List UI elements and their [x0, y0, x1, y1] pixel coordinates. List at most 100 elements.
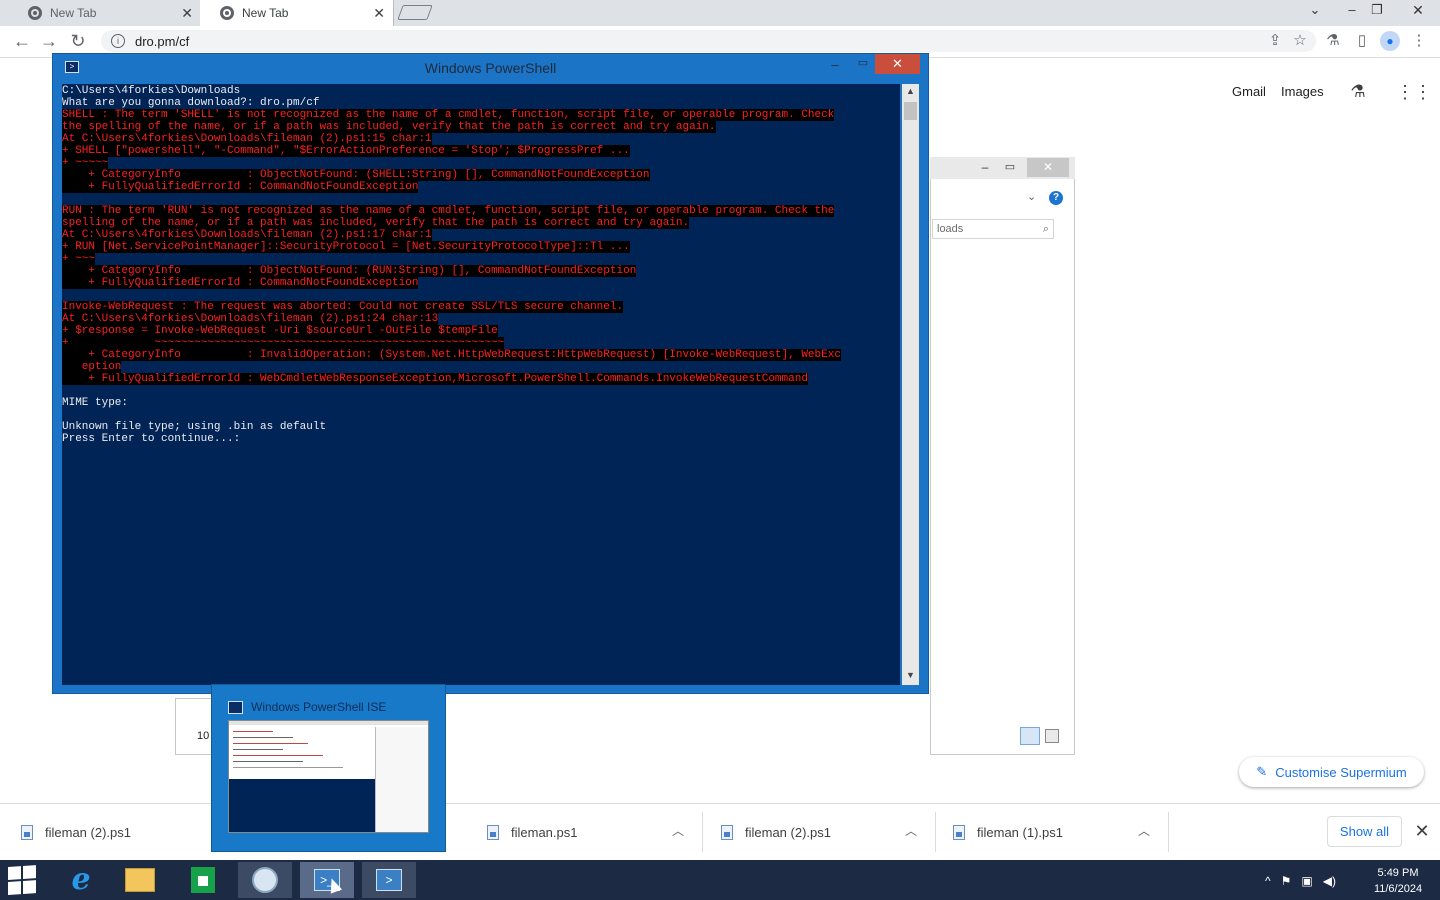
tab-1[interactable]: New Tab ✕: [8, 0, 202, 26]
console-line-text: C:\Users\4forkies\Downloads: [62, 85, 241, 97]
file-icon: [21, 824, 33, 840]
console-line: + ~~~~~~~~~~~~~~~~~~~~~~~~~~~~~~~~~~~~~~…: [62, 337, 900, 349]
console-line-text: + ~~~~~~~~~~~~~~~~~~~~~~~~~~~~~~~~~~~~~~…: [62, 337, 505, 349]
chevron-up-icon[interactable]: ^: [1265, 874, 1271, 888]
details-view-icon[interactable]: [1020, 727, 1040, 745]
close-icon[interactable]: ✕: [875, 54, 920, 74]
close-icon[interactable]: ✕: [181, 5, 193, 22]
console-line-text: SHELL : The term 'SHELL' is not recogniz…: [62, 109, 835, 121]
console-line: + ~~~: [62, 253, 900, 265]
maximize-icon[interactable]: ▭: [854, 56, 872, 72]
explorer-maximize-icon[interactable]: ▭: [1003, 160, 1017, 176]
console-line: + RUN [Net.ServicePointManager]::Securit…: [62, 241, 900, 253]
system-tray[interactable]: ^ ⚑ ▣ ◀): [1265, 870, 1365, 892]
chevron-up-icon[interactable]: ︿: [670, 822, 686, 842]
download-filename: fileman (1).ps1: [977, 824, 1063, 840]
taskbar-browser[interactable]: [238, 862, 292, 898]
new-tab-button[interactable]: [397, 5, 433, 20]
minimize-icon[interactable]: –: [826, 57, 844, 73]
customise-button[interactable]: ✎ Customise Supermium: [1239, 757, 1424, 787]
taskbar-internet-explorer[interactable]: e: [54, 862, 108, 898]
console-line-text: + FullyQualifiedErrorId : CommandNotFoun…: [62, 181, 419, 193]
network-icon[interactable]: ▣: [1301, 874, 1312, 888]
console-line: SHELL : The term 'SHELL' is not recogniz…: [62, 109, 900, 121]
taskbar-file-explorer[interactable]: [113, 862, 167, 898]
download-item[interactable]: fileman (2).ps1: [721, 814, 831, 850]
console-line-text: RUN : The term 'RUN' is not recognized a…: [62, 205, 835, 217]
volume-icon[interactable]: ◀): [1323, 874, 1336, 888]
tab-2[interactable]: New Tab ✕: [200, 0, 394, 26]
clock-date: 11/6/2024: [1373, 883, 1423, 895]
chevron-up-icon[interactable]: ︿: [903, 822, 919, 842]
powershell-icon: >: [376, 869, 402, 891]
profile-avatar[interactable]: ●: [1380, 31, 1400, 51]
scroll-up-icon[interactable]: ▲: [902, 86, 919, 100]
download-filename: fileman.ps1: [511, 824, 578, 840]
customise-label: Customise Supermium: [1275, 764, 1407, 780]
close-window-icon[interactable]: ✕: [1400, 0, 1436, 22]
console-line-text: + $response = Invoke-WebRequest -Uri $so…: [62, 325, 498, 337]
console-line: Invoke-WebRequest : The request was abor…: [62, 301, 900, 313]
console-line-text: + ~~~~~: [62, 157, 109, 169]
scroll-down-icon[interactable]: ▼: [902, 670, 919, 684]
info-icon[interactable]: i: [111, 34, 125, 48]
taskbar-powershell[interactable]: >: [362, 862, 416, 898]
download-item[interactable]: fileman.ps1: [487, 814, 577, 850]
explorer-search-text: loads: [937, 223, 964, 235]
gmail-link[interactable]: Gmail: [1232, 84, 1266, 99]
start-button[interactable]: [8, 865, 38, 896]
explorer-close-icon[interactable]: ✕: [1027, 158, 1069, 177]
tab-search-icon[interactable]: ⌄: [1300, 0, 1330, 22]
back-icon[interactable]: ←: [10, 30, 34, 54]
close-shelf-icon[interactable]: ✕: [1411, 820, 1433, 842]
preview-thumbnail[interactable]: [228, 720, 429, 833]
apps-grid-icon[interactable]: ⋮⋮⋮: [1396, 82, 1440, 102]
chrome-icon: [220, 6, 234, 20]
address-bar[interactable]: i dro.pm/cf: [101, 30, 1316, 52]
console-line: At C:\Users\4forkies\Downloads\fileman (…: [62, 229, 900, 241]
side-panel-icon[interactable]: ▯: [1352, 31, 1372, 51]
flag-icon[interactable]: ⚑: [1281, 874, 1292, 888]
console-line-text: + SHELL ["powershell", "-Command", "$Err…: [62, 145, 630, 157]
chevron-up-icon[interactable]: ︿: [1136, 822, 1152, 842]
large-icons-view-icon[interactable]: [1045, 729, 1059, 743]
images-link[interactable]: Images: [1281, 84, 1324, 99]
close-icon[interactable]: ✕: [373, 5, 385, 22]
console-line: + CategoryInfo : ObjectNotFound: (RUN:St…: [62, 265, 900, 277]
console-line-text: At C:\Users\4forkies\Downloads\fileman (…: [62, 229, 432, 241]
system-clock[interactable]: 5:49 PM 11/6/2024: [1368, 865, 1428, 897]
reload-icon[interactable]: ↻: [66, 30, 90, 54]
ribbon-expand-icon[interactable]: ⌄: [1027, 190, 1041, 204]
console-line: + FullyQualifiedErrorId : CommandNotFoun…: [62, 181, 900, 193]
bookmark-star-icon[interactable]: ☆: [1290, 31, 1310, 51]
download-item[interactable]: fileman (1).ps1: [953, 814, 1063, 850]
help-icon[interactable]: ?: [1049, 191, 1063, 205]
taskbar-store[interactable]: [176, 862, 230, 898]
console-line: + ~~~~~: [62, 157, 900, 169]
labs-icon[interactable]: ⚗: [1348, 82, 1368, 102]
console-line: the spelling of the name, or if a path w…: [62, 121, 900, 133]
console-line-text: spelling of the name, or if a path was i…: [62, 217, 690, 229]
menu-icon[interactable]: ⋮: [1409, 31, 1429, 51]
divider: [935, 812, 936, 852]
explorer-search-input[interactable]: loads ⌕: [932, 219, 1054, 239]
download-item[interactable]: fileman (2).ps1: [21, 814, 131, 850]
forward-icon[interactable]: →: [37, 30, 61, 54]
console-line-text: + FullyQualifiedErrorId : CommandNotFoun…: [62, 277, 419, 289]
powershell-console[interactable]: C:\Users\4forkies\Downloads What are you …: [62, 84, 900, 685]
folder-icon: [125, 868, 155, 892]
share-icon[interactable]: ⇪: [1265, 31, 1285, 51]
restore-icon[interactable]: ❐: [1362, 0, 1392, 22]
console-line: eption: [62, 361, 900, 373]
clock-time: 5:49 PM: [1377, 867, 1419, 879]
file-icon: [721, 824, 733, 840]
console-scrollbar[interactable]: [902, 84, 919, 685]
console-line-text: + RUN [Net.ServicePointManager]::Securit…: [62, 241, 630, 253]
labs-icon[interactable]: ⚗: [1323, 31, 1343, 51]
explorer-status-bar: 10: [175, 698, 212, 755]
show-all-button[interactable]: Show all: [1327, 816, 1402, 847]
console-line-text: eption: [62, 361, 122, 373]
scroll-thumb[interactable]: [904, 102, 917, 120]
explorer-minimize-icon[interactable]: –: [978, 160, 992, 176]
preview-title-bar: Windows PowerShell ISE: [228, 699, 438, 715]
